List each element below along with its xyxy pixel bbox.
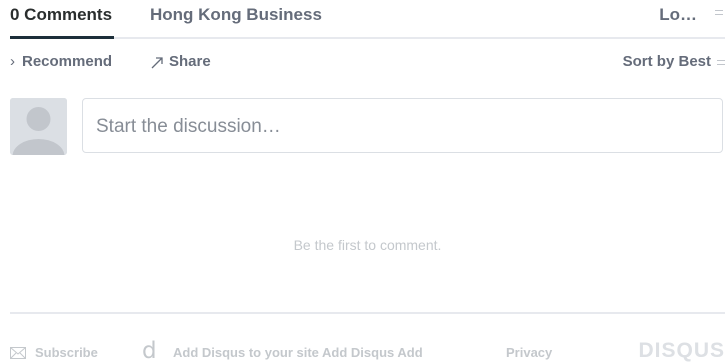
share-arrow-icon — [151, 57, 163, 69]
share-button[interactable]: Share — [150, 53, 211, 70]
avatar-icon — [10, 98, 67, 155]
add-disqus-link[interactable]: Add Disqus to your site Add Disqus Add — [173, 345, 423, 360]
subscribe-label: Subscribe — [35, 345, 98, 360]
subscribe-link[interactable]: Subscribe — [10, 345, 98, 360]
chevron-right-icon: › — [10, 53, 15, 70]
disqus-d-icon: d — [142, 338, 157, 364]
menu-caret-icon[interactable] — [715, 10, 723, 15]
envelope-icon — [10, 347, 26, 359]
recommend-button[interactable]: › Recommend — [10, 53, 112, 70]
active-tab-underline — [10, 36, 114, 39]
comment-placeholder: Start the discussion… — [96, 116, 281, 137]
disqus-logo[interactable]: DISQUS — [638, 339, 725, 363]
privacy-link[interactable]: Privacy — [506, 345, 552, 360]
empty-state-message: Be the first to comment. — [293, 237, 442, 253]
comment-input[interactable]: Start the discussion… — [82, 98, 723, 153]
tab-site-name[interactable]: Hong Kong Business — [150, 5, 322, 25]
footer-divider — [10, 312, 725, 314]
avatar — [10, 98, 67, 155]
nav-divider — [10, 37, 725, 39]
menu-caret-icon[interactable] — [717, 60, 725, 65]
tab-comments[interactable]: 0 Comments — [10, 5, 112, 25]
login-menu[interactable]: Lo… — [659, 5, 697, 25]
recommend-label: Recommend — [22, 53, 113, 70]
share-label: Share — [169, 53, 211, 70]
sort-dropdown[interactable]: Sort by Best — [623, 53, 711, 70]
